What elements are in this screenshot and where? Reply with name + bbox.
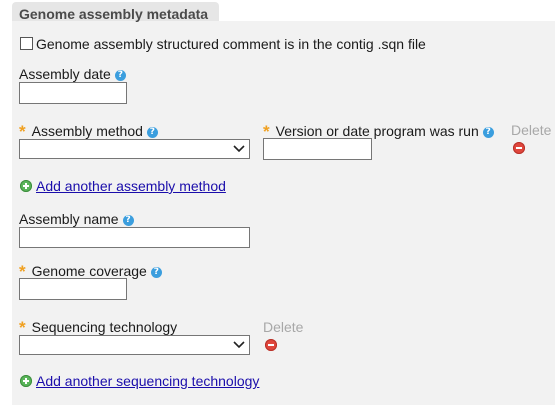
sequencing-technology-select[interactable] [19, 335, 250, 355]
add-icon[interactable] [20, 375, 32, 387]
assembly-name-input[interactable] [19, 227, 250, 248]
delete-assembly-method-label: Delete [511, 122, 552, 138]
help-icon[interactable]: ? [150, 266, 162, 278]
add-assembly-method-link[interactable]: Add another assembly method [36, 178, 226, 194]
version-date-label-text: Version or date program was run [275, 123, 479, 139]
add-sequencing-technology-link[interactable]: Add another sequencing technology [36, 373, 259, 389]
assembly-date-input[interactable] [19, 82, 127, 104]
help-icon[interactable]: ? [482, 126, 494, 138]
add-icon[interactable] [20, 180, 32, 192]
structured-comment-label: Genome assembly structured comment is in… [36, 36, 426, 52]
chevron-down-icon [233, 145, 245, 153]
help-icon[interactable]: ? [122, 214, 134, 226]
genome-coverage-input[interactable] [19, 278, 127, 300]
help-icon[interactable]: ? [146, 126, 158, 138]
delete-sequencing-technology-label: Delete [263, 319, 304, 335]
remove-icon[interactable] [265, 339, 277, 351]
assembly-date-label: Assembly date? [19, 66, 126, 82]
assembly-method-select[interactable] [19, 139, 250, 159]
assembly-method-label-text: Assembly method [31, 123, 143, 139]
sequencing-technology-label-text: Sequencing technology [31, 319, 178, 335]
assembly-name-label: Assembly name? [19, 211, 134, 227]
version-date-input[interactable] [263, 138, 372, 160]
genome-coverage-label-text: Genome coverage [31, 263, 147, 279]
assembly-name-label-text: Assembly name [19, 211, 119, 227]
chevron-down-icon [233, 341, 245, 349]
assembly-date-label-text: Assembly date [19, 66, 111, 82]
remove-icon[interactable] [513, 142, 525, 154]
panel-title: Genome assembly metadata [19, 6, 209, 22]
structured-comment-checkbox[interactable] [20, 37, 33, 50]
help-icon[interactable]: ? [114, 69, 126, 81]
